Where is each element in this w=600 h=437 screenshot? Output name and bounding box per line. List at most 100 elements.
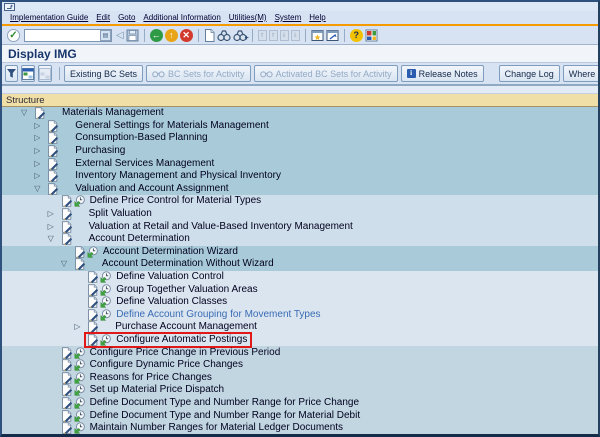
tree-row-label[interactable]: Define Valuation Classes xyxy=(116,296,227,308)
documentation-icon[interactable] xyxy=(60,372,73,384)
tree-node[interactable]: Configure Dynamic Price Changes xyxy=(60,359,246,372)
tree-row[interactable]: ▷ Inventory Management and Physical Inve… xyxy=(2,169,598,183)
tree-row-label[interactable]: Define Document Type and Number Range fo… xyxy=(90,397,359,409)
expander-icon[interactable]: ▷ xyxy=(33,121,46,130)
tree-node[interactable]: Inventory Management and Physical Invent… xyxy=(46,170,284,183)
tree-row[interactable]: Configure Dynamic Price Changes xyxy=(2,358,598,372)
documentation-icon[interactable] xyxy=(86,271,99,284)
tree-row[interactable]: Maintain Number Ranges for Material Ledg… xyxy=(2,421,598,434)
tree-node[interactable]: Define Valuation Classes xyxy=(86,296,230,309)
tree-node[interactable]: Define Document Type and Number Range fo… xyxy=(60,410,364,422)
tree-row-label[interactable]: Account Determination xyxy=(89,233,190,245)
tree-row-label[interactable]: Configure Price Change in Previous Perio… xyxy=(90,347,281,359)
tree-row[interactable]: Account Determination Wizard xyxy=(2,245,598,259)
tree-node[interactable]: Split Valuation xyxy=(60,208,155,221)
menu-additional-information[interactable]: Additional Information xyxy=(143,13,220,22)
documentation-icon[interactable] xyxy=(60,346,73,359)
documentation-icon[interactable] xyxy=(60,220,73,233)
menu-implementation-guide[interactable]: Implementation Guide xyxy=(10,13,88,22)
tree-node[interactable]: Maintain Number Ranges for Material Ledg… xyxy=(60,422,346,434)
img-activity-icon[interactable] xyxy=(100,309,112,321)
tree-row[interactable]: ▷ Purchase Account Management xyxy=(2,321,598,334)
change-log-button[interactable]: Change Log xyxy=(498,65,560,82)
tree-row-label[interactable]: Account Determination Wizard xyxy=(103,246,238,258)
position-filter-button[interactable] xyxy=(5,65,18,82)
expander-icon[interactable]: ▷ xyxy=(33,159,46,168)
img-activity-icon[interactable] xyxy=(74,195,86,208)
tree-row-label[interactable]: Reasons for Price Changes xyxy=(90,372,212,384)
img-activity-icon[interactable] xyxy=(74,422,86,434)
tree-node[interactable]: External Services Management xyxy=(46,158,217,170)
tree-node[interactable]: Materials Management xyxy=(33,107,167,120)
tree-row[interactable]: ▷ Purchasing xyxy=(2,144,598,158)
tree-row[interactable]: Define Valuation Classes xyxy=(2,295,598,309)
tree-row-label[interactable]: Define Document Type and Number Range fo… xyxy=(90,410,361,422)
img-activity-icon[interactable] xyxy=(74,384,86,396)
tree-node[interactable]: Valuation and Account Assignment xyxy=(46,183,231,195)
tree-node[interactable]: Reasons for Price Changes xyxy=(60,372,215,384)
tree-row-label[interactable]: Configure Automatic Postings xyxy=(116,334,247,346)
tree-row-label[interactable]: Set up Material Price Dispatch xyxy=(90,384,225,396)
tree-row-label[interactable]: Account Determination Without Wizard xyxy=(102,258,274,270)
back-button[interactable]: ← xyxy=(149,28,163,42)
expander-icon[interactable]: ▽ xyxy=(33,184,46,193)
window-control-icon[interactable] xyxy=(4,2,15,11)
tree-row-label[interactable]: Maintain Number Ranges for Material Ledg… xyxy=(90,422,343,434)
new-session-icon[interactable] xyxy=(311,29,324,42)
documentation-icon[interactable] xyxy=(60,422,73,434)
tree-row[interactable]: ▽ Materials Management xyxy=(2,107,598,120)
tree-row-label[interactable]: Define Price Control for Material Types xyxy=(90,195,262,207)
expander-icon[interactable]: ▽ xyxy=(47,235,60,243)
tree-node[interactable]: Account Determination Without Wizard xyxy=(73,258,277,271)
documentation-icon[interactable] xyxy=(46,145,59,158)
command-field[interactable]: ▤ xyxy=(24,28,112,42)
documentation-icon[interactable] xyxy=(60,208,73,221)
existing-bc-sets-button[interactable]: Existing BC Sets xyxy=(64,65,144,82)
tree-row[interactable]: ▷ General Settings for Materials Managem… xyxy=(2,119,598,133)
tree-row-label[interactable]: Purchasing xyxy=(75,145,125,157)
print-icon[interactable] xyxy=(204,28,215,42)
tree-row[interactable]: Define Valuation Control xyxy=(2,270,598,284)
save-icon[interactable] xyxy=(126,29,139,42)
where-else-used-button[interactable]: Where Else Used xyxy=(562,65,598,82)
expander-icon[interactable]: ▽ xyxy=(20,109,33,117)
menu-system[interactable]: System xyxy=(275,13,302,22)
tree-row[interactable]: Define Account Grouping for Movement Typ… xyxy=(2,308,598,322)
expander-icon[interactable]: ▽ xyxy=(60,260,73,268)
tree-node[interactable]: Configure Price Change in Previous Perio… xyxy=(60,347,284,359)
tree-node[interactable]: Purchase Account Management xyxy=(86,321,260,334)
img-activity-icon[interactable] xyxy=(74,397,86,409)
tree-row[interactable]: ▷ Valuation at Retail and Value-Based In… xyxy=(2,220,598,233)
documentation-icon[interactable] xyxy=(86,334,99,346)
img-activity-icon[interactable] xyxy=(100,334,112,346)
tree-node[interactable]: Valuation at Retail and Value-Based Inve… xyxy=(60,221,356,233)
tree-row-label[interactable]: Consumption-Based Planning xyxy=(75,132,207,144)
tree-row[interactable]: Configure Price Change in Previous Perio… xyxy=(2,346,598,359)
img-activity-icon[interactable] xyxy=(100,283,112,296)
tree-row-label[interactable]: Inventory Management and Physical Invent… xyxy=(75,170,281,182)
tree-row-label[interactable]: Define Account Grouping for Movement Typ… xyxy=(116,309,320,321)
documentation-icon[interactable] xyxy=(86,296,99,309)
tree-row[interactable]: ▷ Consumption-Based Planning xyxy=(2,132,598,145)
menu-edit[interactable]: Edit xyxy=(96,13,110,22)
expander-icon[interactable]: ▷ xyxy=(33,147,46,155)
img-activity-icon[interactable] xyxy=(87,246,99,258)
documentation-icon[interactable] xyxy=(86,321,99,334)
tree-node[interactable]: General Settings for Materials Managemen… xyxy=(46,120,271,132)
documentation-icon[interactable] xyxy=(46,120,59,132)
tree-row[interactable]: Define Document Type and Number Range fo… xyxy=(2,396,598,410)
img-activity-icon[interactable] xyxy=(74,372,86,384)
documentation-icon[interactable] xyxy=(60,397,73,409)
expander-icon[interactable]: ▷ xyxy=(47,222,60,231)
tree-row-label[interactable]: Valuation and Account Assignment xyxy=(75,183,228,195)
tree-node[interactable]: Define Account Grouping for Movement Typ… xyxy=(86,309,323,321)
img-activity-icon[interactable] xyxy=(74,359,86,371)
tree-row-label[interactable]: Group Together Valuation Areas xyxy=(116,284,257,296)
tree-row-label[interactable]: Valuation at Retail and Value-Based Inve… xyxy=(89,221,353,233)
cancel-button[interactable]: ✕ xyxy=(179,28,193,42)
tree-row-label[interactable]: Split Valuation xyxy=(89,208,152,220)
command-history-icon[interactable]: ▤ xyxy=(100,29,111,41)
documentation-icon[interactable] xyxy=(60,359,73,372)
documentation-icon[interactable] xyxy=(86,309,99,321)
documentation-icon[interactable] xyxy=(60,409,73,422)
